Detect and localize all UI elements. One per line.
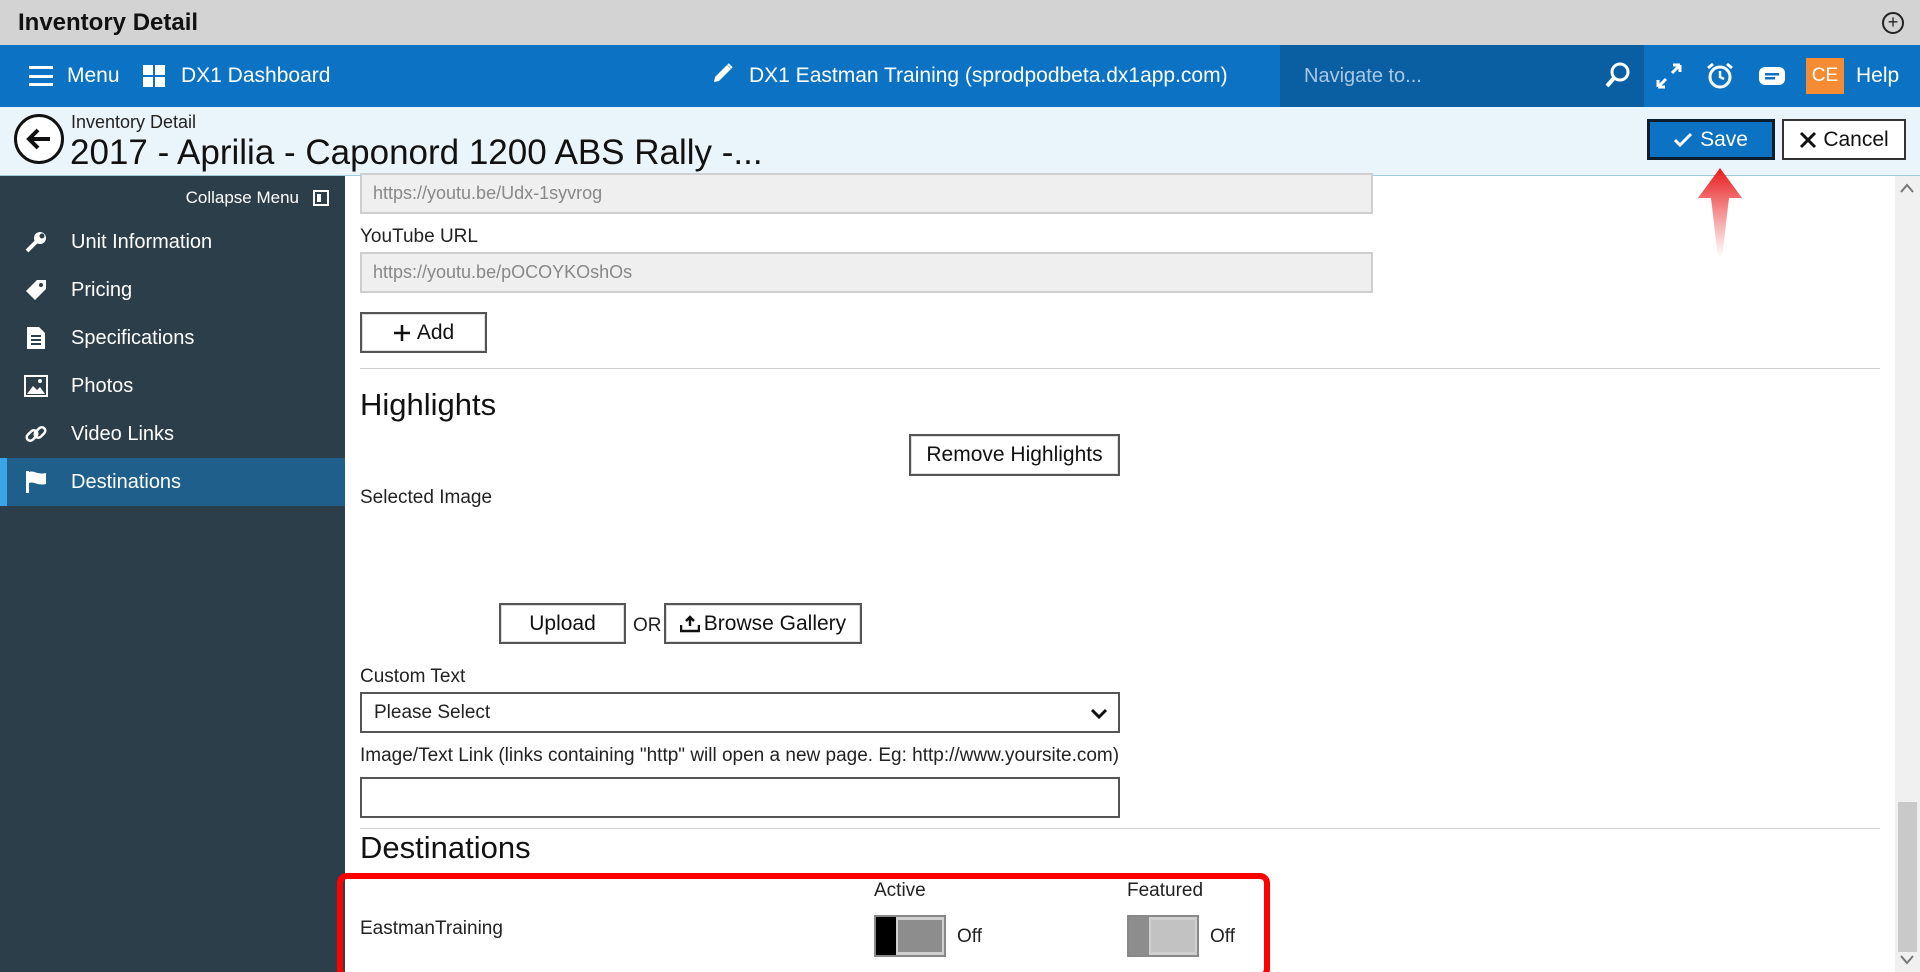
- scrollbar-thumb[interactable]: [1898, 802, 1917, 952]
- add-video-button[interactable]: Add: [360, 312, 487, 353]
- help-link[interactable]: Help: [1856, 45, 1899, 107]
- youtube-url-label: YouTube URL: [360, 226, 478, 247]
- divider: [360, 368, 1880, 369]
- breadcrumb: Inventory Detail: [71, 112, 197, 132]
- add-label: Add: [416, 320, 455, 344]
- sidebar-item-destinations[interactable]: Destinations: [0, 458, 345, 506]
- wrench-icon: [23, 229, 49, 255]
- divider: [360, 828, 1880, 829]
- pencil-icon: [711, 61, 735, 92]
- remove-highlights-label: Remove Highlights: [926, 443, 1103, 466]
- remove-highlights-button[interactable]: Remove Highlights: [909, 434, 1120, 476]
- expand-icon[interactable]: [1654, 61, 1684, 91]
- menu-button[interactable]: Menu: [29, 45, 120, 107]
- collapse-menu-label: Collapse Menu: [185, 188, 299, 207]
- flag-icon: [23, 469, 49, 495]
- chevron-down-icon: [1090, 708, 1108, 720]
- image-text-link-input[interactable]: [360, 777, 1120, 818]
- sidebar-item-video-links[interactable]: Video Links: [0, 410, 345, 458]
- dashboard-link[interactable]: DX1 Dashboard: [143, 45, 330, 107]
- sidebar-item-label: Unit Information: [71, 230, 213, 253]
- page-title: 2017 - Aprilia - Caponord 1200 ABS Rally…: [70, 133, 763, 172]
- destinations-heading: Destinations: [360, 830, 531, 865]
- or-label: OR: [633, 615, 662, 636]
- annotation-highlight-box: [337, 873, 1270, 972]
- menu-label: Menu: [67, 64, 120, 87]
- video-url-1-field[interactable]: https://youtu.be/Udx-1syvrog: [360, 173, 1373, 214]
- page-header: Inventory Detail 2017 - Aprilia - Capono…: [0, 107, 1920, 176]
- back-button[interactable]: [14, 114, 64, 164]
- navigate-search-input[interactable]: [1304, 64, 1594, 88]
- checkmark-icon: [1674, 132, 1693, 147]
- content-scrollbar[interactable]: [1895, 176, 1920, 972]
- collapse-icon: [313, 190, 329, 206]
- sidebar-item-unit-information[interactable]: Unit Information: [0, 218, 345, 266]
- site-selector[interactable]: DX1 Eastman Training (sprodpodbeta.dx1ap…: [711, 45, 1228, 107]
- tag-icon: [23, 277, 49, 303]
- sidebar-item-specifications[interactable]: Specifications: [0, 314, 345, 362]
- sidebar-item-label: Video Links: [71, 422, 175, 445]
- image-text-link-label: Image/Text Link (links containing "http"…: [360, 745, 1120, 766]
- scroll-up-icon[interactable]: [1899, 182, 1915, 194]
- document-icon: [23, 325, 49, 351]
- collapse-menu-button[interactable]: Collapse Menu: [186, 188, 329, 208]
- sidebar-item-label: Specifications: [71, 326, 195, 349]
- youtube-url-field[interactable]: https://youtu.be/pOCOYKOshOs: [360, 252, 1373, 293]
- custom-text-value: Please Select: [374, 702, 491, 723]
- user-avatar[interactable]: CE: [1806, 58, 1844, 94]
- upload-button[interactable]: Upload: [499, 603, 626, 644]
- navigate-search: [1280, 45, 1644, 107]
- chat-icon[interactable]: [1757, 61, 1787, 91]
- sidebar-item-label: Photos: [71, 374, 134, 397]
- site-label: DX1 Eastman Training (sprodpodbeta.dx1ap…: [749, 64, 1228, 87]
- plus-icon: [393, 324, 410, 341]
- save-button[interactable]: Save: [1647, 119, 1775, 160]
- window-titlebar: Inventory Detail +: [0, 0, 1920, 45]
- annotation-arrow-icon: [1698, 168, 1742, 258]
- add-circle-icon[interactable]: +: [1882, 12, 1904, 34]
- sidebar-item-label: Pricing: [71, 278, 133, 301]
- cancel-label: Cancel: [1823, 127, 1889, 151]
- upload-tray-icon: [679, 614, 700, 632]
- custom-text-label: Custom Text: [360, 666, 466, 687]
- help-label: Help: [1856, 64, 1900, 87]
- dashboard-label: DX1 Dashboard: [181, 64, 331, 87]
- window-title: Inventory Detail: [18, 8, 199, 36]
- close-icon: [1800, 131, 1817, 148]
- sidebar-item-label: Destinations: [71, 470, 182, 493]
- image-icon: [23, 373, 49, 399]
- highlights-heading: Highlights: [360, 387, 497, 422]
- search-icon[interactable]: [1604, 61, 1632, 89]
- sidebar: Collapse Menu Unit Information Pricing S…: [0, 176, 345, 972]
- sidebar-item-pricing[interactable]: Pricing: [0, 266, 345, 314]
- arrow-left-icon: [26, 128, 50, 150]
- top-navigation: Menu DX1 Dashboard DX1 Eastman Training …: [0, 45, 1920, 107]
- browse-gallery-label: Browse Gallery: [703, 611, 847, 635]
- cancel-button[interactable]: Cancel: [1782, 119, 1906, 160]
- save-label: Save: [1700, 127, 1748, 151]
- main-content: [345, 176, 1895, 972]
- dashboard-grid-icon: [143, 65, 165, 87]
- sidebar-item-photos[interactable]: Photos: [0, 362, 345, 410]
- scroll-down-icon[interactable]: [1899, 954, 1915, 966]
- hamburger-icon: [29, 66, 53, 86]
- upload-label: Upload: [529, 611, 596, 635]
- alarm-clock-icon[interactable]: [1705, 61, 1735, 91]
- link-icon: [23, 421, 49, 447]
- selected-image-label: Selected Image: [360, 487, 493, 508]
- custom-text-select[interactable]: Please Select: [360, 692, 1120, 733]
- browse-gallery-button[interactable]: Browse Gallery: [664, 603, 862, 644]
